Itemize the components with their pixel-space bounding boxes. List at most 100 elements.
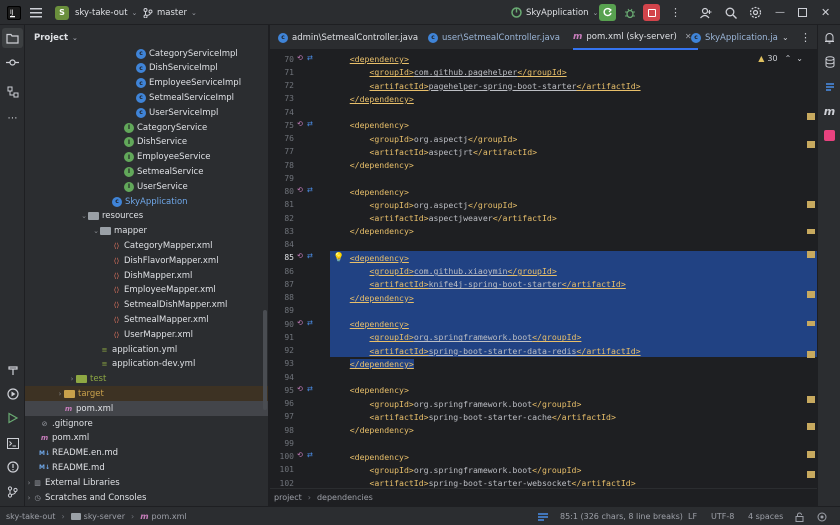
maven-dependency-marker-icon[interactable]: ⟲ (297, 120, 303, 128)
git-tool-button[interactable] (0, 482, 25, 502)
tree-item[interactable]: ≡ application-dev.yml (25, 357, 268, 372)
project-selector[interactable]: S sky-take-out ⌄ (55, 0, 137, 25)
problems-tool-button[interactable] (0, 457, 25, 477)
tree-item[interactable]: › ▥ External Libraries (25, 475, 268, 490)
debug-tool-button[interactable] (0, 408, 25, 428)
tree-item[interactable]: › target (25, 386, 268, 402)
status-path-item[interactable]: sky-server (84, 512, 125, 521)
lightbulb-icon[interactable]: 💡 (333, 253, 344, 263)
project-tree-scrollbar[interactable] (263, 310, 267, 410)
tree-item[interactable]: ⟨⟩ CategoryMapper.xml (25, 238, 268, 253)
error-stripe-mark[interactable] (807, 291, 815, 298)
notifications-button[interactable] (818, 28, 840, 48)
navigate-marker-icon[interactable]: ⇄ (307, 319, 313, 327)
tree-item[interactable]: I UserService (25, 179, 268, 194)
search-button[interactable] (725, 0, 737, 25)
close-icon[interactable]: ✕ (821, 0, 830, 25)
vcs-branch-selector[interactable]: master ⌄ (143, 0, 197, 25)
terminal-tool-button[interactable] (0, 433, 25, 453)
app-logo[interactable]: IJ (7, 0, 21, 25)
tree-item[interactable]: I SetmealService (25, 164, 268, 179)
lock-icon[interactable] (795, 507, 804, 525)
maven-tool-button[interactable]: m (818, 101, 840, 121)
debug-button[interactable] (624, 0, 636, 25)
navigate-marker-icon[interactable]: ⇄ (307, 385, 313, 393)
tab-pom-xml[interactable]: m pom.xml (sky-server) ✕ (573, 25, 698, 50)
tree-item[interactable]: ⟨⟩ DishFlavorMapper.xml (25, 253, 268, 268)
error-stripe-mark[interactable] (807, 229, 815, 234)
tree-item[interactable]: I EmployeeService (25, 150, 268, 165)
error-stripe-mark[interactable] (807, 396, 815, 403)
maximize-button[interactable] (798, 0, 807, 25)
tree-item[interactable]: M↓ README.en.md (25, 446, 268, 461)
navigate-marker-icon[interactable]: ⇄ (307, 120, 313, 128)
status-path-item[interactable]: sky-take-out (6, 512, 55, 521)
error-stripe-mark[interactable] (807, 423, 815, 430)
stop-button[interactable] (643, 0, 660, 25)
chevron-down-icon[interactable]: ⌄ (80, 212, 88, 220)
tree-item[interactable]: c EmployeeServiceImpl (25, 76, 268, 91)
tree-item[interactable]: ⌄ mapper (25, 224, 268, 239)
tree-item[interactable]: m pom.xml (25, 431, 268, 446)
more-actions-icon[interactable]: ⋮ (670, 0, 681, 25)
run-tool-button[interactable] (0, 384, 25, 404)
add-user-button[interactable] (700, 0, 712, 25)
breadcrumb-item[interactable]: project (274, 493, 302, 502)
maven-dependency-marker-icon[interactable]: ⟲ (297, 252, 303, 260)
tab-sky-application[interactable]: c SkyApplication.ja (691, 25, 778, 50)
more-tools-icon[interactable]: ⋯ (0, 108, 25, 128)
tree-item[interactable]: I CategoryService (25, 120, 268, 135)
tree-item[interactable]: ⟨⟩ SetmealMapper.xml (25, 312, 268, 327)
tree-item[interactable]: c SkyApplication (25, 194, 268, 209)
tree-item[interactable]: ⟨⟩ SetmealDishMapper.xml (25, 298, 268, 313)
maven-dependency-marker-icon[interactable]: ⟲ (297, 451, 303, 459)
tree-item[interactable]: c SetmealServiceImpl (25, 90, 268, 105)
services-tool-button[interactable] (0, 360, 25, 380)
structure-tool-button[interactable] (0, 82, 25, 102)
error-stripe-mark[interactable] (807, 251, 815, 258)
navigate-marker-icon[interactable]: ⇄ (307, 54, 313, 62)
chevron-right-icon[interactable]: › (68, 375, 76, 383)
tree-item[interactable]: ≡ application.yml (25, 342, 268, 357)
tab-user-setmeal-controller[interactable]: c user\SetmealController.java (428, 25, 560, 50)
more-tabs-icon[interactable]: ⋮ (800, 25, 811, 50)
tree-item[interactable]: › test (25, 372, 268, 387)
ai-status-icon[interactable] (537, 507, 549, 525)
error-stripe-mark[interactable] (807, 321, 815, 326)
ai-assistant-button[interactable] (818, 77, 840, 97)
caret-position[interactable]: 85:1 (326 chars, 8 line breaks) (560, 507, 683, 525)
tree-item[interactable]: c UserServiceImpl (25, 105, 268, 120)
code-editor[interactable]: ▲ 30 ⌃ ⌄ <dependency> <groupId>com.githu… (330, 51, 817, 488)
error-stripe-mark[interactable] (807, 201, 815, 208)
tree-item[interactable]: ⟨⟩ DishMapper.xml (25, 268, 268, 283)
tree-item[interactable]: ⊘ .gitignore (25, 416, 268, 431)
tree-item[interactable]: › ◷ Scratches and Consoles (25, 490, 268, 505)
chevron-right-icon[interactable]: › (56, 390, 64, 398)
inspection-profile-icon[interactable] (817, 507, 827, 525)
error-stripe-mark[interactable] (807, 141, 815, 148)
rerun-button[interactable] (599, 0, 616, 25)
minimize-icon[interactable]: — (775, 0, 785, 25)
maven-dependency-marker-icon[interactable]: ⟲ (297, 54, 303, 62)
indent-setting[interactable]: 4 spaces (748, 507, 783, 525)
tree-item[interactable]: I DishService (25, 135, 268, 150)
plugin-tool-button[interactable] (818, 125, 840, 145)
breadcrumb-item[interactable]: dependencies (317, 493, 373, 502)
run-config-selector[interactable]: SkyApplication ⌄ (511, 0, 598, 25)
tree-item[interactable]: m pom.xml (25, 401, 268, 417)
navigate-marker-icon[interactable]: ⇄ (307, 186, 313, 194)
line-ending[interactable]: LF (688, 507, 697, 525)
main-menu-button[interactable] (30, 0, 42, 25)
commit-tool-button[interactable] (0, 52, 25, 72)
tree-item[interactable]: c CategoryServiceImpl (25, 46, 268, 61)
chevron-down-icon[interactable]: ⌄ (92, 227, 100, 235)
chevron-right-icon[interactable]: › (25, 494, 33, 502)
error-stripe-mark[interactable] (807, 351, 815, 358)
tabs-dropdown-icon[interactable]: ⌄ (782, 25, 789, 50)
tree-item[interactable]: ⌄ resources (25, 209, 268, 224)
error-stripe-mark[interactable] (807, 471, 815, 478)
project-tool-button[interactable] (2, 28, 23, 48)
error-stripe-mark[interactable] (807, 451, 815, 458)
tree-item[interactable]: ⟨⟩ UserMapper.xml (25, 327, 268, 342)
tree-item[interactable]: ⟨⟩ EmployeeMapper.xml (25, 283, 268, 298)
